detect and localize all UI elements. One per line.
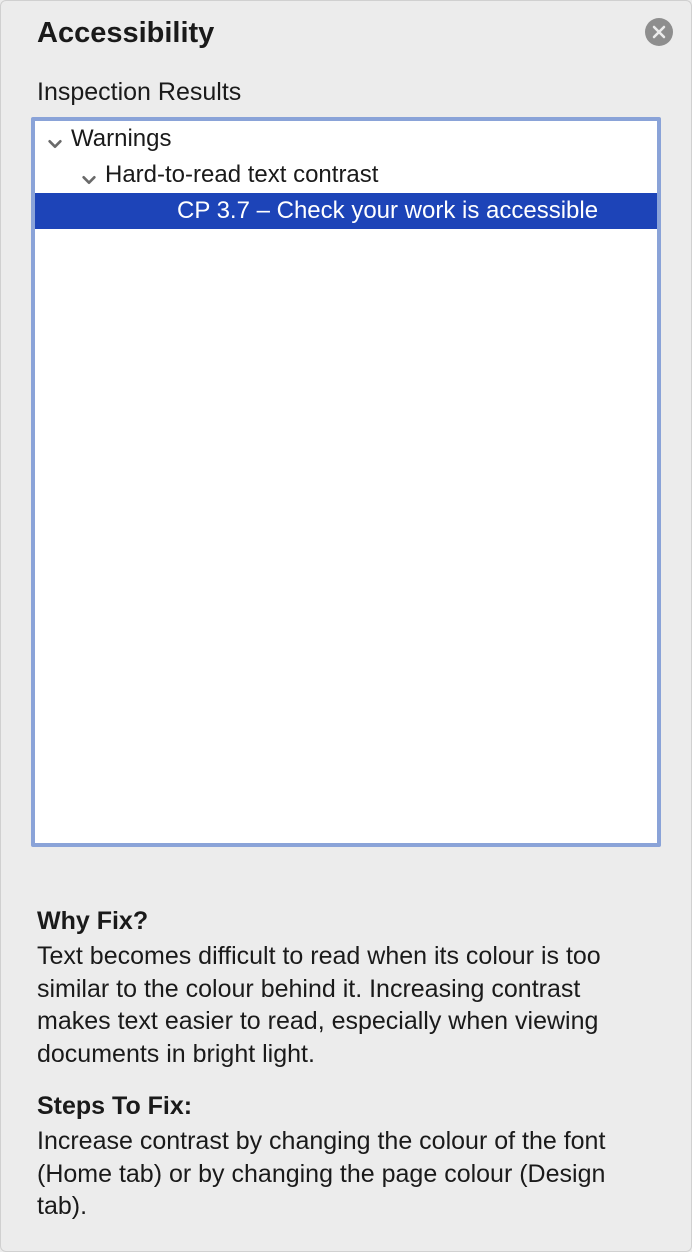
- chevron-down-icon: [81, 167, 97, 183]
- inspection-results-tree[interactable]: Warnings Hard-to-read text contrast CP 3…: [31, 117, 661, 847]
- inspection-results-label: Inspection Results: [1, 70, 691, 117]
- tree-group-warnings[interactable]: Warnings: [35, 121, 657, 157]
- why-fix-heading: Why Fix?: [37, 907, 655, 936]
- tree-category-label: Hard-to-read text contrast: [105, 161, 378, 189]
- panel-title: Accessibility: [37, 17, 214, 50]
- steps-to-fix-body: Increase contrast by changing the colour…: [37, 1125, 655, 1223]
- tree-category-contrast[interactable]: Hard-to-read text contrast: [35, 157, 657, 193]
- steps-to-fix-heading: Steps To Fix:: [37, 1092, 655, 1121]
- close-icon: [652, 25, 666, 39]
- tree-group-label: Warnings: [71, 125, 171, 153]
- tree-item-selected[interactable]: CP 3.7 – Check your work is accessible: [35, 193, 657, 229]
- close-button[interactable]: [645, 18, 673, 46]
- why-fix-body: Text becomes difficult to read when its …: [37, 940, 655, 1070]
- panel-header: Accessibility: [1, 1, 691, 70]
- details-pane: Why Fix? Text becomes difficult to read …: [1, 847, 691, 1223]
- chevron-down-icon: [47, 131, 63, 147]
- tree-item-label: CP 3.7 – Check your work is accessible: [177, 197, 598, 225]
